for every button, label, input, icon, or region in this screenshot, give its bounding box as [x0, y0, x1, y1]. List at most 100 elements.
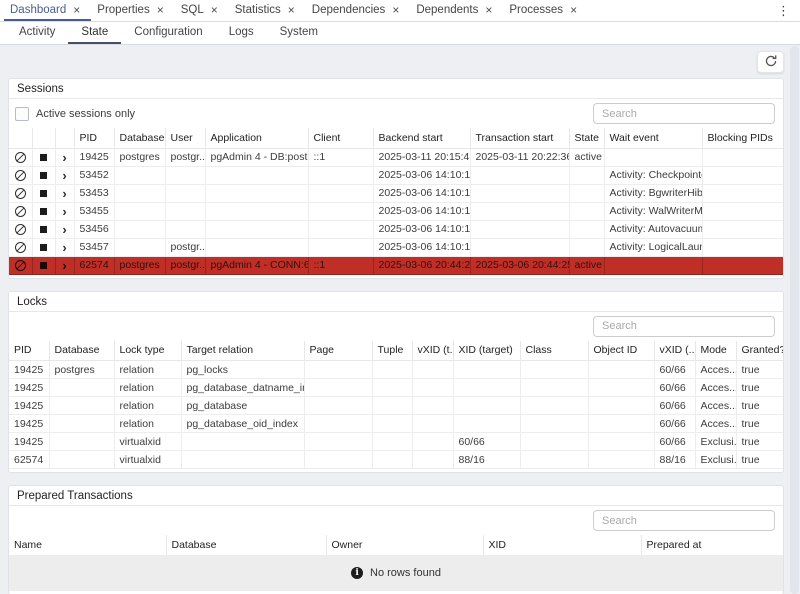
table-row[interactable]: ›534562025-03-06 14:10:11 ...Activity: A… — [9, 220, 783, 238]
column-header[interactable] — [9, 128, 32, 148]
tab-dependents[interactable]: Dependents× — [410, 0, 503, 21]
column-header[interactable]: Page — [304, 341, 372, 361]
expand-cell[interactable]: › — [55, 220, 74, 238]
close-icon[interactable]: × — [392, 4, 399, 16]
close-icon[interactable]: × — [157, 4, 164, 16]
column-header[interactable]: Target relation — [181, 341, 304, 361]
cancel-cell[interactable] — [9, 238, 32, 256]
tab-dependencies[interactable]: Dependencies× — [306, 0, 411, 21]
column-header[interactable] — [32, 128, 55, 148]
expand-icon[interactable]: › — [62, 241, 66, 254]
column-header[interactable]: Name — [9, 535, 166, 555]
table-row[interactable]: ›534532025-03-06 14:10:11 ...Activity: B… — [9, 184, 783, 202]
tab-sql[interactable]: SQL× — [175, 0, 229, 21]
column-header[interactable]: Object ID — [588, 341, 654, 361]
tab-dashboard[interactable]: Dashboard× — [4, 0, 91, 21]
table-row[interactable]: 19425virtualxid60/6660/66Exclusi...true — [9, 433, 783, 451]
column-header[interactable]: User — [165, 128, 205, 148]
column-header[interactable]: XID (target) — [453, 341, 520, 361]
close-icon[interactable]: × — [73, 4, 80, 16]
column-header[interactable]: XID — [483, 535, 641, 555]
prepared-search-input[interactable] — [593, 510, 775, 531]
table-row[interactable]: 19425relationpg_database_oid_index60/66A… — [9, 415, 783, 433]
expand-icon[interactable]: › — [62, 259, 66, 272]
stop-cell[interactable] — [32, 184, 55, 202]
stop-icon[interactable] — [40, 262, 47, 269]
cancel-icon[interactable] — [15, 170, 26, 181]
active-sessions-filter[interactable]: Active sessions only — [15, 107, 135, 121]
expand-cell[interactable]: › — [55, 148, 74, 166]
table-row[interactable]: ›534552025-03-06 14:10:11 ...Activity: W… — [9, 202, 783, 220]
stop-icon[interactable] — [40, 154, 47, 161]
expand-cell[interactable]: › — [55, 238, 74, 256]
column-header[interactable]: PID — [74, 128, 114, 148]
expand-icon[interactable]: › — [62, 169, 66, 182]
cancel-cell[interactable] — [9, 256, 32, 274]
column-header[interactable]: Owner — [326, 535, 483, 555]
column-header[interactable]: Backend start — [373, 128, 470, 148]
stop-cell[interactable] — [32, 148, 55, 166]
cancel-icon[interactable] — [15, 224, 26, 235]
subtab-system[interactable]: System — [267, 22, 331, 44]
cancel-icon[interactable] — [15, 242, 26, 253]
table-row[interactable]: ›534522025-03-06 14:10:11 ...Activity: C… — [9, 166, 783, 184]
cancel-cell[interactable] — [9, 148, 32, 166]
stop-icon[interactable] — [40, 172, 47, 179]
stop-cell[interactable] — [32, 202, 55, 220]
locks-search-input[interactable] — [593, 316, 775, 337]
expand-icon[interactable]: › — [62, 223, 66, 236]
table-row[interactable]: ›62574postgrespostgr...pgAdmin 4 - CONN:… — [9, 256, 783, 274]
active-sessions-checkbox[interactable] — [15, 107, 29, 121]
close-icon[interactable]: × — [211, 4, 218, 16]
table-row[interactable]: 19425relationpg_database60/66Acces...tru… — [9, 397, 783, 415]
tab-processes[interactable]: Processes× — [503, 0, 588, 21]
column-header[interactable]: Mode — [695, 341, 736, 361]
vertical-scrollbar[interactable] — [790, 46, 799, 594]
close-icon[interactable]: × — [485, 4, 492, 16]
table-row[interactable]: 19425postgresrelationpg_locks60/66Acces.… — [9, 361, 783, 379]
stop-icon[interactable] — [40, 244, 47, 251]
column-header[interactable]: Database — [49, 341, 114, 361]
column-header[interactable]: Application — [205, 128, 308, 148]
stop-cell[interactable] — [32, 166, 55, 184]
stop-icon[interactable] — [40, 208, 47, 215]
column-header[interactable]: Database — [166, 535, 326, 555]
expand-cell[interactable]: › — [55, 202, 74, 220]
column-header[interactable]: State — [569, 128, 604, 148]
expand-icon[interactable]: › — [62, 151, 66, 164]
column-header[interactable]: Tuple — [372, 341, 412, 361]
column-header[interactable]: Transaction start — [470, 128, 569, 148]
column-header[interactable]: Database — [114, 128, 165, 148]
column-header[interactable]: Class — [520, 341, 588, 361]
column-header[interactable]: Blocking PIDs — [702, 128, 783, 148]
subtab-configuration[interactable]: Configuration — [121, 22, 215, 44]
cancel-cell[interactable] — [9, 220, 32, 238]
refresh-button[interactable] — [757, 51, 784, 73]
column-header[interactable]: Prepared at — [641, 535, 783, 555]
column-header[interactable] — [55, 128, 74, 148]
column-header[interactable]: PID — [9, 341, 49, 361]
column-header[interactable]: Client — [308, 128, 373, 148]
tab-statistics[interactable]: Statistics× — [229, 0, 306, 21]
column-header[interactable]: Lock type — [114, 341, 181, 361]
column-header[interactable]: vXID (t... — [412, 341, 453, 361]
cancel-cell[interactable] — [9, 184, 32, 202]
table-row[interactable]: 19425relationpg_database_datname_ind...6… — [9, 379, 783, 397]
subtab-activity[interactable]: Activity — [6, 22, 68, 44]
column-header[interactable]: Granted? — [736, 341, 783, 361]
cancel-cell[interactable] — [9, 202, 32, 220]
tab-menu-kebab-icon[interactable]: ⋮ — [771, 0, 796, 21]
table-row[interactable]: 62574virtualxid88/1688/16Exclusi...true — [9, 451, 783, 469]
cancel-icon[interactable] — [15, 152, 26, 163]
expand-cell[interactable]: › — [55, 184, 74, 202]
stop-icon[interactable] — [40, 190, 47, 197]
expand-icon[interactable]: › — [62, 205, 66, 218]
tab-properties[interactable]: Properties× — [91, 0, 174, 21]
subtab-state[interactable]: State — [68, 22, 121, 44]
stop-cell[interactable] — [32, 220, 55, 238]
cancel-icon[interactable] — [15, 206, 26, 217]
column-header[interactable]: vXID (... — [654, 341, 695, 361]
sessions-search-input[interactable] — [593, 103, 775, 124]
expand-icon[interactable]: › — [62, 187, 66, 200]
close-icon[interactable]: × — [570, 4, 577, 16]
